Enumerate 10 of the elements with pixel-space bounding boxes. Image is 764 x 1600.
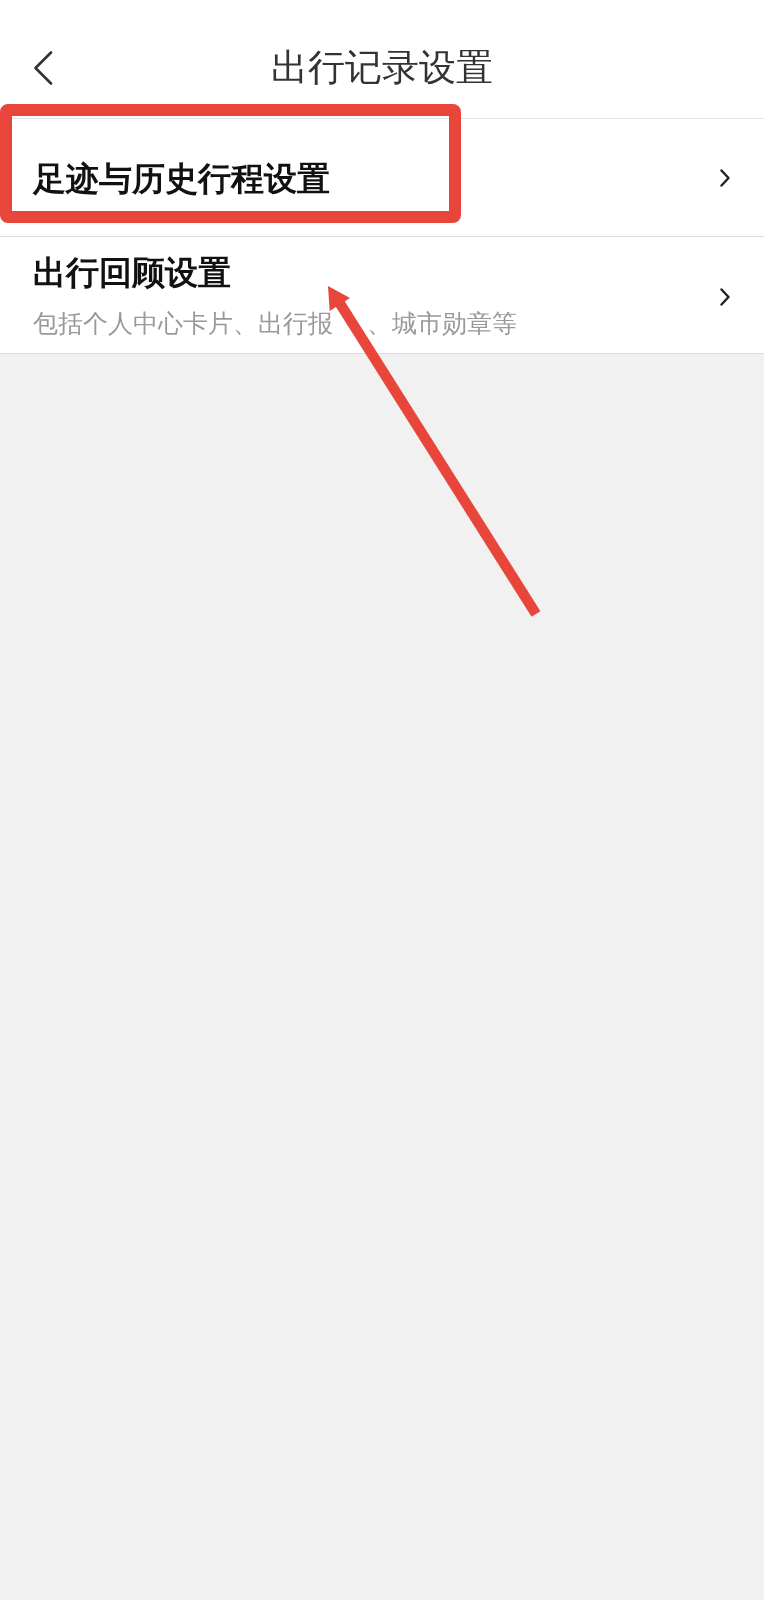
chevron-right-icon xyxy=(720,168,730,187)
row-title: 足迹与历史行程设置 xyxy=(33,158,330,199)
page-title: 出行记录设置 xyxy=(271,45,493,91)
settings-row[interactable]: 出行回顾设置 包括个人中心卡片、出行报 、城市勋章等 xyxy=(0,237,764,354)
row-subtitle: 、城市勋章等 xyxy=(366,307,517,339)
row-title: 出行回顾设置 xyxy=(33,253,231,293)
row-subtitle: 包括个人中心卡片、出行报 xyxy=(33,307,333,339)
settings-row[interactable]: 足迹与历史行程设置 xyxy=(0,119,764,237)
chevron-right-icon xyxy=(720,288,730,306)
back-icon[interactable] xyxy=(33,51,53,85)
